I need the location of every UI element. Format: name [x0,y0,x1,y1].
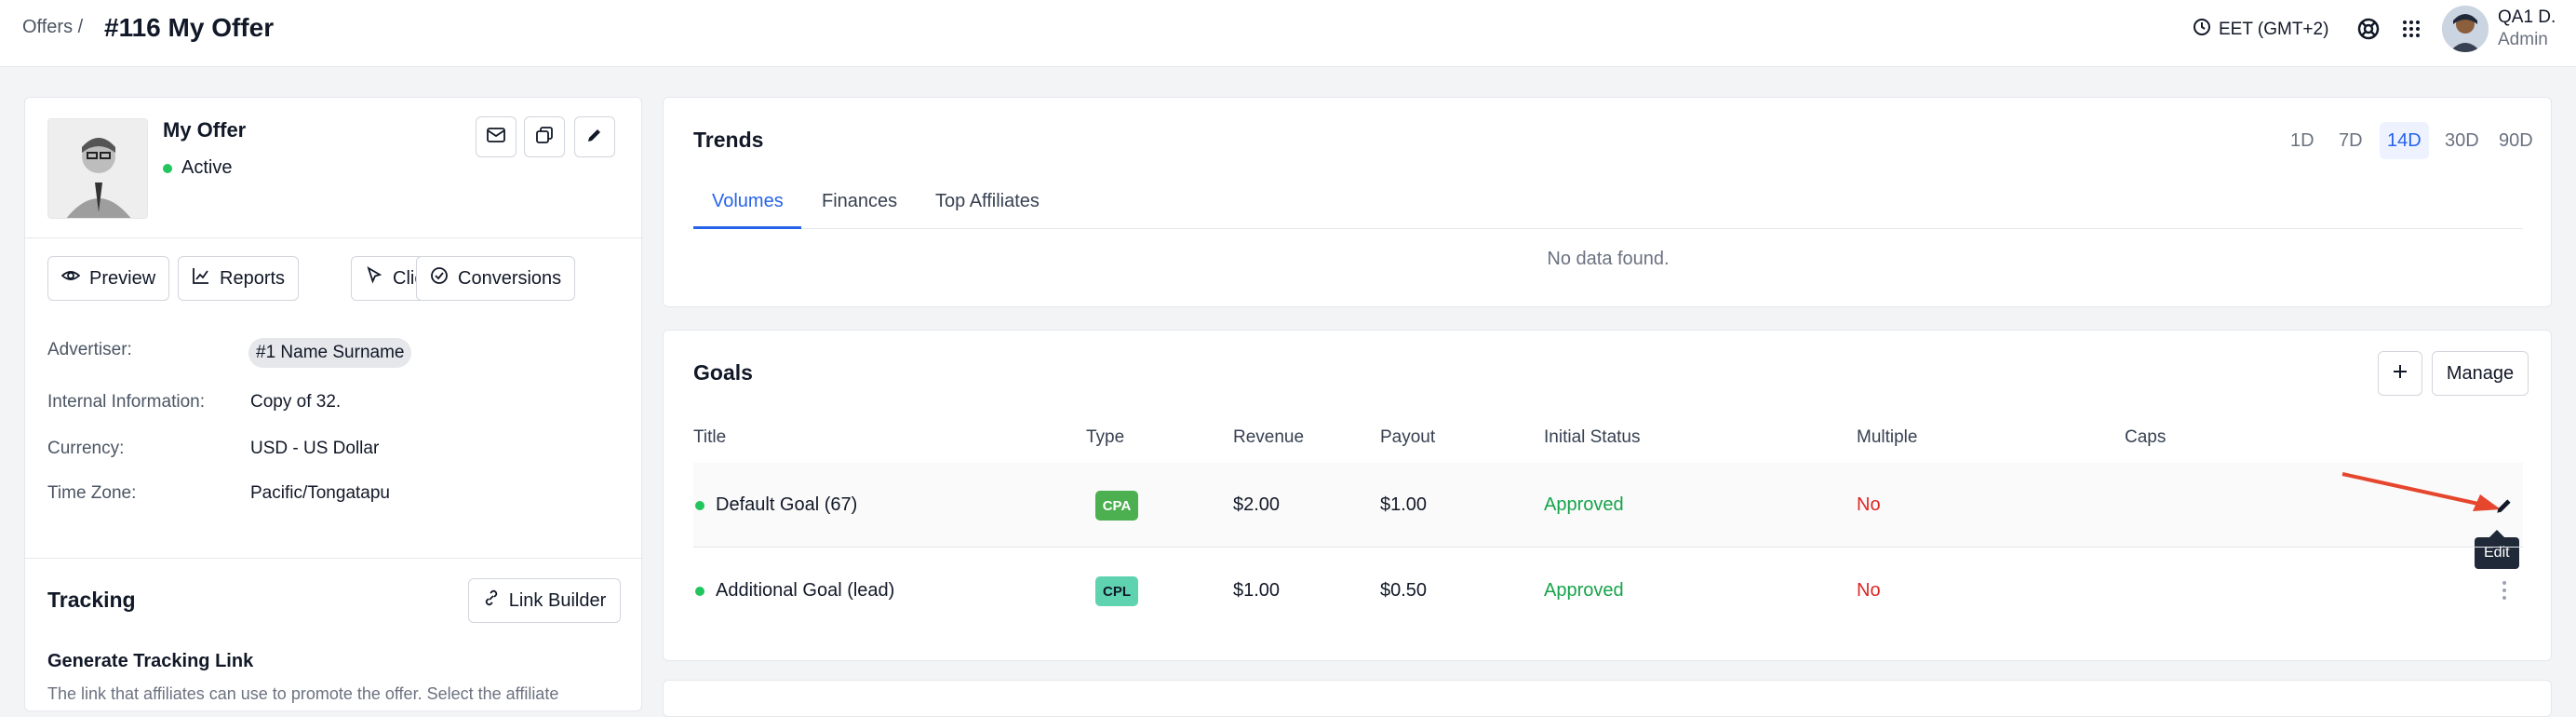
pencil-icon [585,126,604,149]
empty-state: No data found. [1547,249,1670,269]
offer-name: My Offer [163,118,247,142]
offer-card: My Offer Active Preview Reports Conversi… [24,97,643,711]
user-name[interactable]: QA1 D. [2498,7,2556,28]
revenue-cell: $1.00 [1233,580,1281,601]
check-circle-icon [430,266,449,291]
generate-link-description: The link that affiliates can use to prom… [47,684,559,703]
edit-goal-button[interactable] [2489,493,2519,522]
mail-icon [486,125,506,150]
edit-tooltip: Edit [2475,530,2519,569]
active-tab-indicator [693,226,801,229]
tracking-title: Tracking [47,588,136,612]
manage-goals-button[interactable]: Manage [2432,351,2529,396]
plus-icon [2391,362,2409,386]
col-title: Title [693,427,727,447]
chart-icon [192,266,210,291]
conversions-button[interactable]: Conversions [416,256,576,301]
annotation-arrow [2339,470,2506,521]
col-type: Type [1086,427,1125,447]
reports-button[interactable]: Reports [178,256,300,301]
top-bar: Offers / #116 My Offer EET (GMT+2) QA1 D… [0,0,2576,67]
col-caps: Caps [2125,427,2167,447]
tab-top-affiliates[interactable]: Top Affiliates [935,191,1040,212]
internal-info-label: Internal Information: [47,392,205,412]
col-payout: Payout [1380,427,1436,447]
goals-title: Goals [693,360,753,385]
reports-label: Reports [220,267,286,289]
goal-status-dot [695,500,704,510]
col-initial-status: Initial Status [1544,427,1641,447]
clock-icon [2193,18,2211,42]
goal-title: Additional Goal (lead) [716,580,895,601]
range-7d[interactable]: 7D [2331,122,2370,159]
breadcrumb[interactable]: Offers / [22,17,83,38]
col-revenue: Revenue [1233,427,1305,447]
apps-grid-icon[interactable] [2397,15,2425,43]
range-14d[interactable]: 14D [2380,122,2429,159]
range-30d[interactable]: 30D [2437,122,2487,159]
initial-status-cell: Approved [1544,494,1624,515]
kebab-icon [2502,580,2507,605]
multiple-cell: No [1857,580,1881,601]
type-badge: CPL [1095,576,1138,606]
row-divider [693,547,2523,548]
initial-status-cell: Approved [1544,580,1624,601]
support-icon[interactable] [2355,15,2382,43]
range-1d[interactable]: 1D [2283,122,2322,159]
trends-title: Trends [693,128,764,152]
timezone-label: EET (GMT+2) [2219,20,2329,39]
page-title: #116 My Offer [104,13,275,42]
preview-label: Preview [89,267,156,289]
payout-cell: $1.00 [1380,494,1428,515]
tab-finances[interactable]: Finances [822,191,897,212]
next-card [663,680,2552,717]
divider [25,237,643,238]
status-label: Active [181,157,233,178]
offer-image [47,118,148,219]
goals-card: Goals Manage Title Type Revenue Payout I… [663,330,2552,661]
advertiser-chip[interactable]: #1 Name Surname [248,338,412,368]
tab-volumes[interactable]: Volumes [712,191,784,212]
currency-value: USD - US Dollar [250,439,380,458]
goal-title-cell: Additional Goal (lead) [695,580,894,602]
col-multiple: Multiple [1857,427,1918,447]
more-actions-button[interactable] [2495,580,2514,604]
trends-card: Trends 1D 7D 14D 30D 90D Volumes Finance… [663,97,2552,307]
edit-offer-button[interactable] [574,116,615,157]
cursor-icon [365,266,383,291]
internal-info-value: Copy of 32. [250,392,342,412]
user-role: Admin [2498,30,2548,49]
avatar[interactable] [2442,6,2489,52]
link-icon [483,589,500,612]
link-builder-label: Link Builder [508,589,607,611]
status-dot [163,163,172,173]
advertiser-label: Advertiser: [47,340,132,359]
goal-title-cell: Default Goal (67) [695,494,857,516]
timezone-label: Time Zone: [47,483,137,503]
goal-title: Default Goal (67) [716,494,858,515]
copy-icon [534,125,555,150]
goal-status-dot [695,586,704,596]
type-badge: CPA [1095,491,1138,521]
copy-button[interactable] [524,116,565,157]
range-90d[interactable]: 90D [2491,122,2541,159]
currency-label: Currency: [47,439,125,458]
divider [25,558,643,559]
tabs-divider [693,228,2523,229]
timezone-selector[interactable]: EET (GMT+2) [2193,18,2328,42]
multiple-cell: No [1857,494,1881,515]
pencil-icon [2494,495,2515,521]
preview-button[interactable]: Preview [47,256,170,301]
timezone-value: Pacific/Tongatapu [250,483,390,503]
revenue-cell: $2.00 [1233,494,1281,515]
generate-link-title: Generate Tracking Link [47,651,254,671]
conversions-label: Conversions [458,267,562,289]
link-builder-button[interactable]: Link Builder [468,578,621,623]
payout-cell: $0.50 [1380,580,1428,601]
mail-button[interactable] [476,116,517,157]
add-goal-button[interactable] [2378,351,2422,396]
eye-icon [60,266,81,291]
status-badge: Active [163,157,232,179]
